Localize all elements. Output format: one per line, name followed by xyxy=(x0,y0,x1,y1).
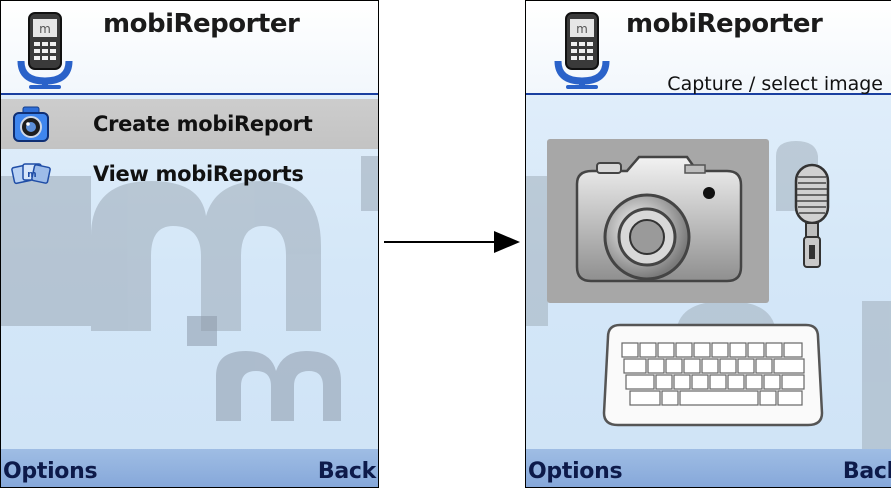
record-audio-tile[interactable] xyxy=(788,161,836,273)
back-softkey[interactable]: Back xyxy=(843,459,891,484)
back-softkey[interactable]: Back xyxy=(318,459,376,484)
menu-item-label: View mobiReports xyxy=(93,162,304,186)
keyboard-icon xyxy=(602,323,824,427)
svg-text:m: m xyxy=(39,22,51,36)
camera-icon xyxy=(13,106,49,142)
mobireporter-phone-icon: m xyxy=(554,12,610,89)
app-title: mobiReporter xyxy=(103,9,300,39)
transition-arrow xyxy=(384,231,520,253)
menu-item-label: Create mobiReport xyxy=(93,112,313,136)
enter-text-tile[interactable] xyxy=(600,319,826,429)
mobireporter-phone-icon: m xyxy=(17,12,73,89)
svg-text:m: m xyxy=(576,22,588,36)
softkey-bar: Options Back xyxy=(1,449,378,487)
menu-item-create-mobireport[interactable]: Create mobiReport xyxy=(1,99,378,149)
menu-item-view-mobireports[interactable]: m View mobiReports xyxy=(1,149,378,199)
screen-capture-select: m mobiReporter Capture / select image Op… xyxy=(525,0,891,488)
options-softkey[interactable]: Options xyxy=(3,459,98,484)
app-header: m mobiReporter Capture / select image xyxy=(526,1,891,95)
capture-photo-tile[interactable] xyxy=(547,139,769,303)
svg-text:m: m xyxy=(27,170,36,180)
page-subtitle: Capture / select image xyxy=(667,73,883,95)
softkey-bar: Options Back xyxy=(526,449,891,487)
options-softkey[interactable]: Options xyxy=(528,459,623,484)
photo-camera-icon xyxy=(575,155,743,283)
app-title: mobiReporter xyxy=(626,9,823,39)
microphone-icon xyxy=(794,163,830,268)
screen-main-menu: m mobiReporter Create mobiReport m View … xyxy=(0,0,379,488)
reports-stack-icon: m xyxy=(11,163,51,185)
app-header: m mobiReporter xyxy=(1,1,378,95)
